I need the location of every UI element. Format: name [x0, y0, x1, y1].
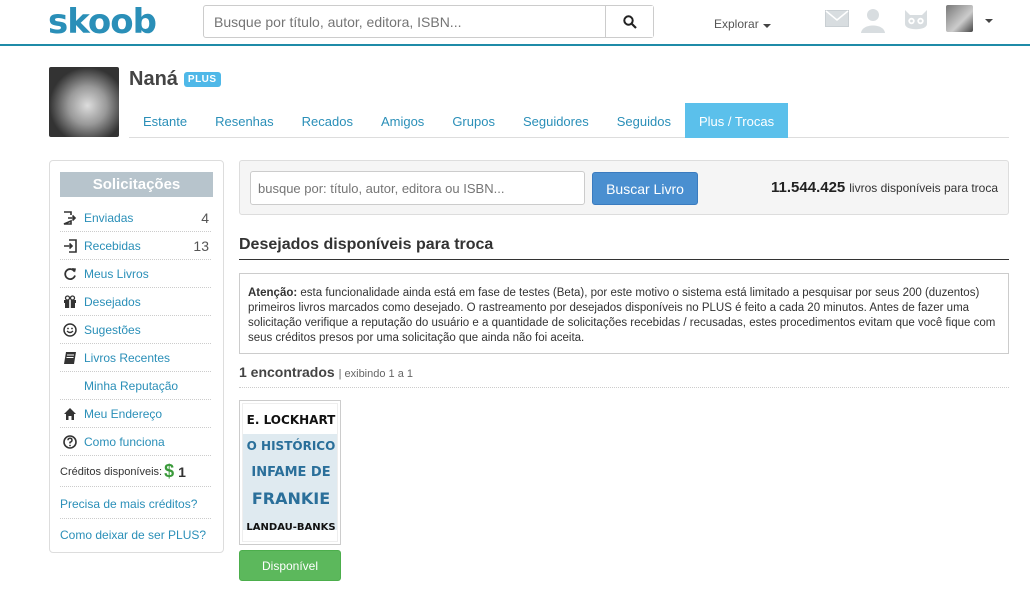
- sidebar-item-label: Livros Recentes: [84, 350, 171, 365]
- explore-label: Explorar: [714, 17, 759, 31]
- sidebar-item-meu-endereco[interactable]: Meu Endereço: [60, 400, 211, 428]
- cancel-plus-link[interactable]: Como deixar de ser PLUS?: [60, 520, 211, 550]
- credits-row: Créditos disponíveis: $ 1: [60, 457, 211, 487]
- credits-label: Créditos disponíveis:: [60, 465, 163, 478]
- available-books-info: 11.544.425 livros disponíveis para troca: [771, 179, 998, 196]
- trade-search-panel: Buscar Livro 11.544.425livros disponívei…: [239, 160, 1009, 215]
- notice-bold: Atenção:: [248, 287, 298, 299]
- tab-resenhas[interactable]: Resenhas: [201, 103, 288, 138]
- sidebar-item-meus-livros[interactable]: Meus Livros: [60, 260, 211, 288]
- global-search: [203, 5, 654, 38]
- found-count: 1 encontrados: [239, 364, 335, 380]
- sidebar-item-count: 4: [201, 209, 209, 226]
- send-icon: [62, 210, 78, 226]
- tab-plus-trocas[interactable]: Plus / Trocas: [684, 103, 789, 138]
- global-search-input[interactable]: [204, 6, 605, 37]
- available-count: 11.544.425: [771, 179, 846, 196]
- book-card[interactable]: E. LOCKHART O HISTÓRICO INFAME DE FRANKI…: [239, 400, 341, 545]
- user-avatar[interactable]: [946, 5, 973, 32]
- tab-amigos[interactable]: Amigos: [367, 103, 438, 138]
- cover-title-line-4: LANDAU-BANKS: [246, 522, 335, 533]
- search-book-button[interactable]: Buscar Livro: [592, 172, 698, 205]
- sidebar-item-count: 13: [193, 237, 209, 254]
- results-count: 1 encontrados | exibindo 1 a 1: [239, 364, 1009, 388]
- profile-name[interactable]: Naná: [129, 68, 178, 91]
- cover-author: E. LOCKHART: [247, 413, 336, 427]
- sidebar-item-label: Meu Endereço: [84, 406, 163, 421]
- user-menu-caret-icon[interactable]: [985, 19, 993, 23]
- sidebar-item-label: Meus Livros: [84, 266, 149, 281]
- sidebar-item-label: Recebidas: [84, 238, 141, 253]
- attention-notice: Atenção: esta funcionalidade ainda está …: [239, 273, 1009, 354]
- tab-seguidores[interactable]: Seguidores: [509, 103, 603, 138]
- credits-dollar-icon: $: [164, 461, 175, 481]
- top-navbar: skoob Explorar: [0, 0, 1030, 46]
- tab-recados[interactable]: Recados: [288, 103, 367, 138]
- receive-icon: [62, 238, 78, 254]
- plus-badge: PLUS: [183, 72, 221, 87]
- gift-icon: [62, 294, 78, 310]
- cover-title-line-2: INFAME DE: [251, 465, 330, 480]
- profile-tabs: Estante Resenhas Recados Amigos Grupos S…: [129, 103, 1009, 138]
- sidebar-title: Solicitações: [60, 172, 213, 197]
- profile-photo[interactable]: [49, 67, 119, 137]
- sidebar-item-desejados[interactable]: Desejados: [60, 288, 211, 316]
- trade-search-input[interactable]: [250, 171, 585, 205]
- cover-title-line-1: O HISTÓRICO: [247, 438, 336, 453]
- smiley-icon: [62, 322, 78, 338]
- more-credits-link[interactable]: Precisa de mais créditos?: [60, 489, 211, 519]
- section-title: Desejados disponíveis para troca: [239, 236, 1009, 260]
- sidebar-item-label: Desejados: [84, 294, 141, 309]
- tab-grupos[interactable]: Grupos: [438, 103, 509, 138]
- sidebar-item-minha-reputacao[interactable]: Minha Reputação: [60, 372, 211, 400]
- sidebar-item-recebidas[interactable]: Recebidas 13: [60, 232, 211, 260]
- global-search-button[interactable]: [605, 6, 653, 37]
- profile-name-row: Naná PLUS: [129, 68, 221, 91]
- notice-text: esta funcionalidade ainda está em fase d…: [248, 287, 996, 344]
- available-button[interactable]: Disponível: [239, 550, 341, 581]
- book-cover[interactable]: E. LOCKHART O HISTÓRICO INFAME DE FRANKI…: [242, 403, 338, 542]
- refresh-icon: [62, 266, 78, 282]
- search-icon: [622, 14, 637, 29]
- found-range: | exibindo 1 a 1: [338, 368, 414, 380]
- tab-estante[interactable]: Estante: [129, 103, 201, 138]
- sidebar-item-label: Sugestões: [84, 322, 141, 337]
- sidebar-item-label: Minha Reputação: [84, 378, 179, 393]
- sidebar-item-label: Enviadas: [84, 210, 134, 225]
- book-cover-art: E. LOCKHART O HISTÓRICO INFAME DE FRANKI…: [243, 404, 337, 541]
- sidebar-item-como-funciona[interactable]: Como funciona: [60, 428, 211, 456]
- sidebar-item-enviadas[interactable]: Enviadas 4: [60, 204, 211, 232]
- requests-sidebar: Solicitações Enviadas 4 Recebidas 13 Meu…: [49, 160, 224, 553]
- credits-value: 1: [178, 463, 186, 480]
- book-icon: [62, 350, 78, 366]
- explore-menu[interactable]: Explorar: [714, 17, 771, 31]
- tab-seguidos[interactable]: Seguidos: [603, 103, 685, 138]
- question-icon: [62, 434, 78, 450]
- owl-icon[interactable]: [902, 6, 930, 34]
- home-icon: [62, 406, 78, 422]
- cover-title-line-3: FRANKIE: [252, 489, 330, 508]
- skoob-logo[interactable]: skoob: [48, 2, 157, 42]
- sidebar-item-label: Como funciona: [84, 434, 165, 449]
- available-label: livros disponíveis para troca: [849, 181, 998, 195]
- caret-down-icon: [762, 23, 771, 28]
- mail-icon[interactable]: [825, 10, 849, 27]
- sidebar-item-livros-recentes[interactable]: Livros Recentes: [60, 344, 211, 372]
- sidebar-item-sugestoes[interactable]: Sugestões: [60, 316, 211, 344]
- user-icon[interactable]: [859, 6, 887, 34]
